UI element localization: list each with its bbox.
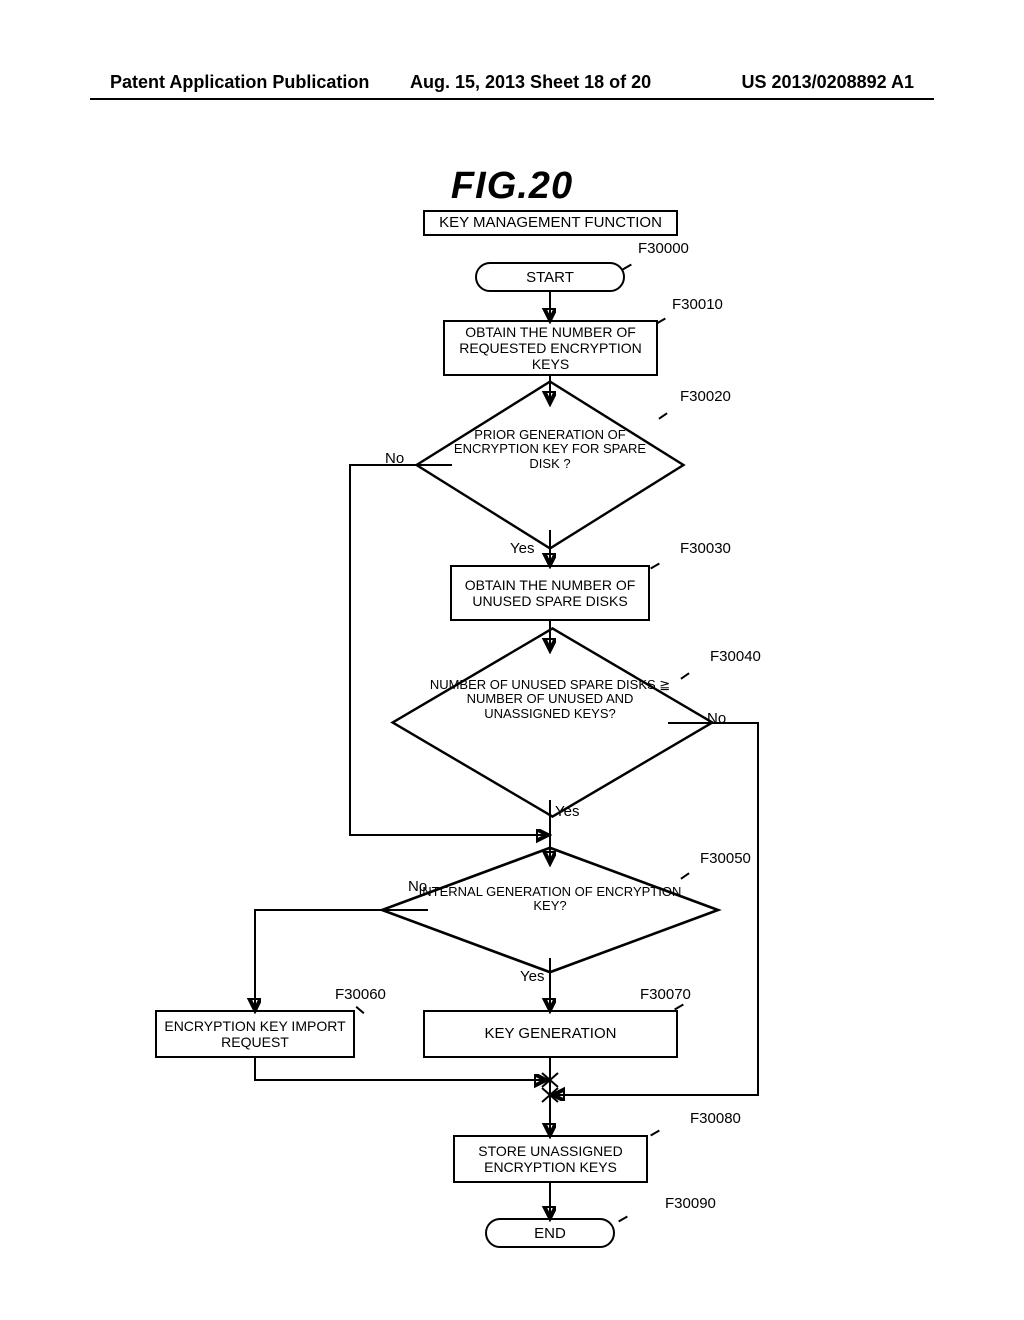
- ref-F30010: F30010: [672, 296, 723, 313]
- ref-F30080: F30080: [690, 1110, 741, 1127]
- compare-decision: NUMBER OF UNUSED SPARE DISKS ≧ NUMBER OF…: [425, 640, 675, 805]
- ref-F30040: F30040: [710, 648, 761, 665]
- end-node: END: [485, 1218, 615, 1248]
- prior-generation-decision: PRIOR GENERATION OF ENCRYPTION KEY FOR S…: [445, 400, 655, 530]
- obtain-requested-keys-box: OBTAIN THE NUMBER OF REQUESTED ENCRYPTIO…: [443, 320, 658, 376]
- tick-icon: [356, 1006, 365, 1014]
- ref-F30090: F30090: [665, 1195, 716, 1212]
- figure-subtitle: KEY MANAGEMENT FUNCTION: [423, 210, 678, 236]
- import-request-box: ENCRYPTION KEY IMPORT REQUEST: [155, 1010, 355, 1058]
- page: Patent Application Publication Aug. 15, …: [0, 0, 1024, 1320]
- internal-generation-decision: INTERNAL GENERATION OF ENCRYPTION KEY?: [410, 855, 690, 965]
- ref-F30070: F30070: [640, 986, 691, 1003]
- label-no-2: No: [707, 710, 726, 727]
- obtain-spare-disks-box: OBTAIN THE NUMBER OF UNUSED SPARE DISKS: [450, 565, 650, 621]
- tick-icon: [674, 1004, 684, 1011]
- ref-F30030: F30030: [680, 540, 731, 557]
- ref-F30050: F30050: [700, 850, 751, 867]
- label-yes-2: Yes: [555, 803, 579, 820]
- label-yes-3: Yes: [520, 968, 544, 985]
- tick-icon: [658, 412, 667, 419]
- label-no-3: No: [408, 878, 427, 895]
- tick-icon: [656, 318, 666, 325]
- header-right: US 2013/0208892 A1: [742, 72, 914, 93]
- header-center: Aug. 15, 2013 Sheet 18 of 20: [410, 72, 651, 93]
- prior-generation-label: PRIOR GENERATION OF ENCRYPTION KEY FOR S…: [445, 428, 655, 471]
- tick-icon: [622, 264, 632, 271]
- tick-icon: [650, 563, 660, 570]
- tick-icon: [650, 1130, 660, 1137]
- key-generation-box: KEY GENERATION: [423, 1010, 678, 1058]
- header-left: Patent Application Publication: [110, 72, 369, 93]
- label-no-1: No: [385, 450, 404, 467]
- tick-icon: [618, 1216, 628, 1223]
- internal-generation-label: INTERNAL GENERATION OF ENCRYPTION KEY?: [410, 885, 690, 914]
- compare-label: NUMBER OF UNUSED SPARE DISKS ≧ NUMBER OF…: [425, 678, 675, 721]
- store-keys-box: STORE UNASSIGNED ENCRYPTION KEYS: [453, 1135, 648, 1183]
- ref-F30060: F30060: [335, 986, 386, 1003]
- header-rule: [90, 98, 934, 100]
- ref-F30000: F30000: [638, 240, 689, 257]
- ref-F30020: F30020: [680, 388, 731, 405]
- figure-title: FIG.20: [0, 165, 1024, 208]
- start-node: START: [475, 262, 625, 292]
- label-yes-1: Yes: [510, 540, 534, 557]
- tick-icon: [680, 672, 689, 679]
